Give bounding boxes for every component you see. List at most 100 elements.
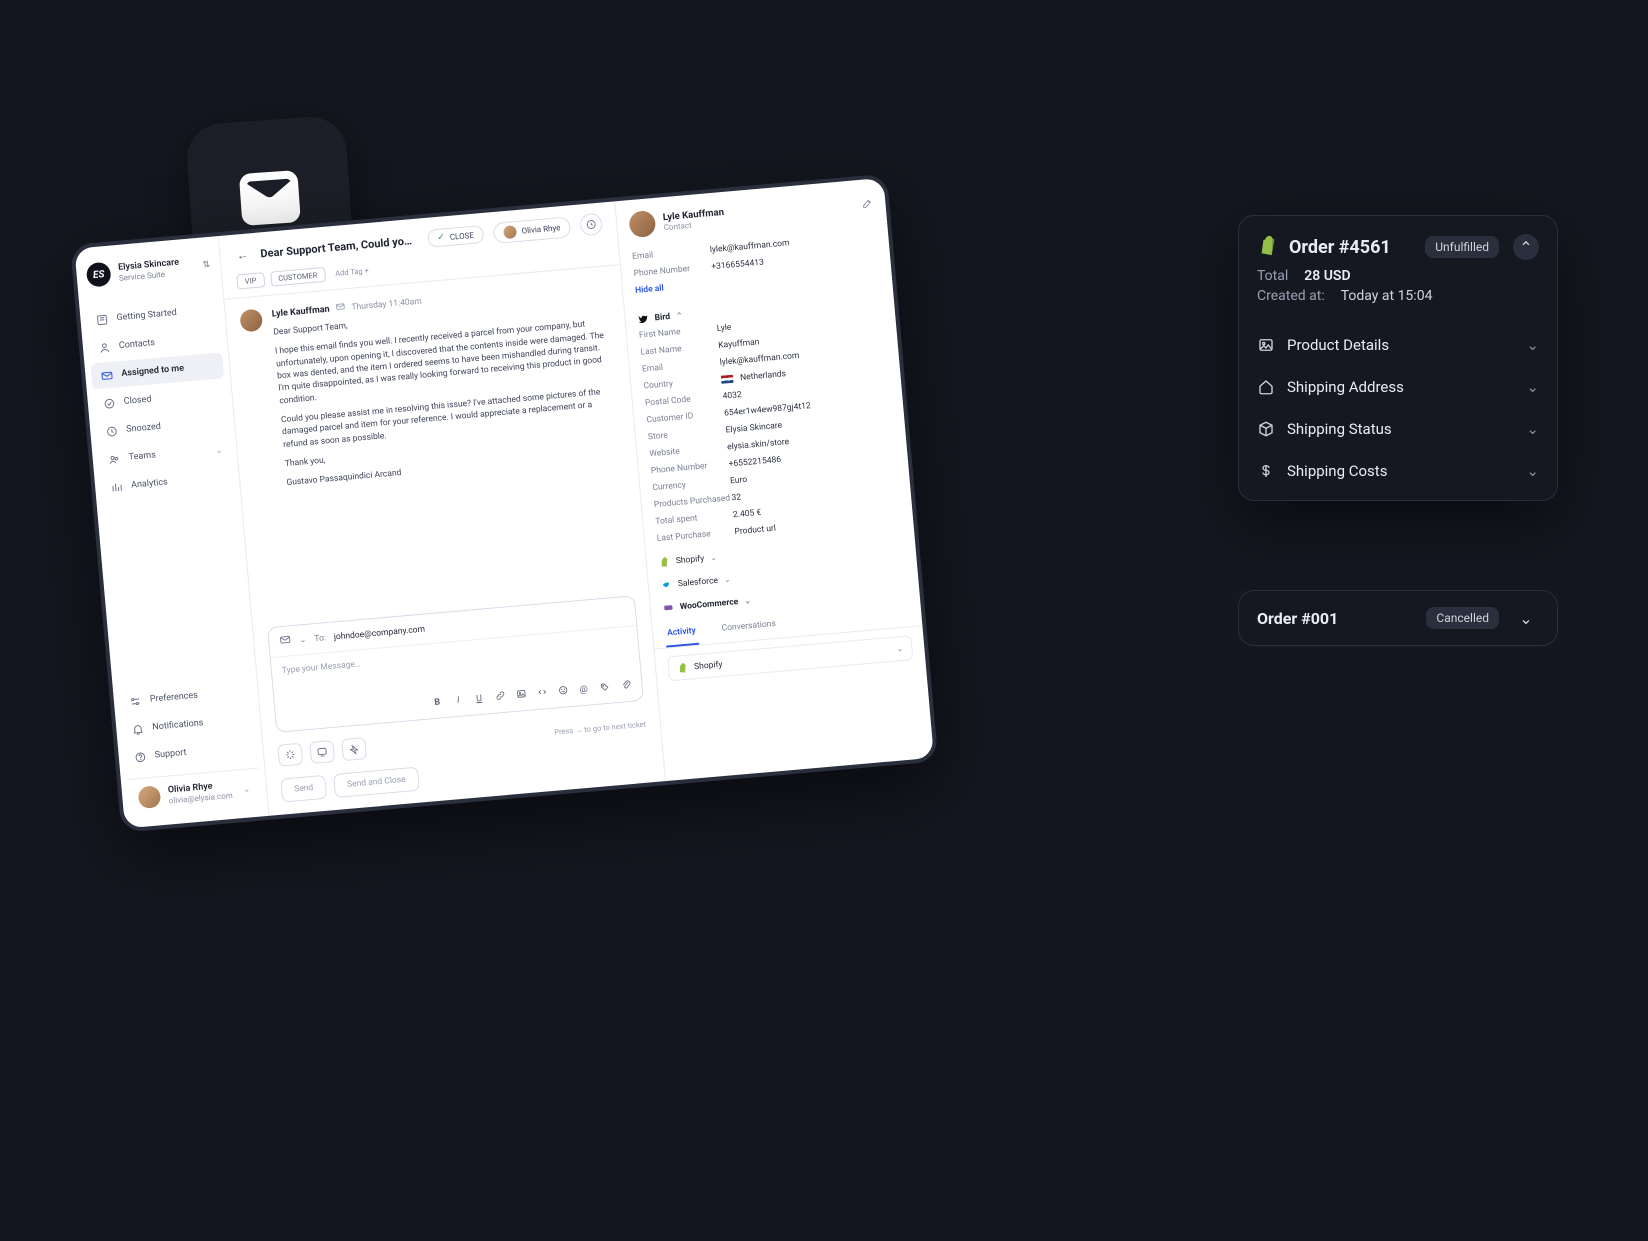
integration-name: Shopify [675,553,704,565]
image-button[interactable] [514,688,527,703]
collapse-button[interactable]: ⌃ [1513,234,1539,260]
book-icon [94,312,109,327]
order-status-badge: Cancelled [1426,607,1499,629]
field-label: Last Purchase [656,527,735,544]
mail-icon [99,368,114,383]
sidebar-item-label: Snoozed [126,422,162,435]
field-value: Euro [730,474,748,485]
assignee-name: Olivia Rhye [521,223,561,235]
section-shipping-address[interactable]: Shipping Address ⌄ [1257,366,1539,408]
total-label: Total [1257,268,1288,284]
tag-button[interactable] [598,681,611,696]
snooze-button[interactable] [579,213,603,237]
user-icon [96,340,111,355]
message-sender: Lyle Kauffman [271,304,330,319]
message-body: Dear Support Team, I hope this email fin… [273,297,623,489]
workspace-switcher[interactable]: ES Elysia Skincare Service Suite ⇅ [75,246,222,302]
link-button[interactable] [493,690,506,705]
bird-icon [637,313,649,325]
current-user-menu[interactable]: Olivia Rhye olivia@elysia.com ⌄ [127,768,262,818]
add-tag-button[interactable]: Add Tag + [331,264,374,281]
bold-button[interactable]: B [431,697,444,708]
settings-icon [127,693,142,708]
chevron-down-icon: ⌄ [896,643,904,654]
mail-icon [335,301,346,315]
package-icon [1257,420,1275,438]
send-button[interactable]: Send [280,775,327,803]
check-icon: ✓ [437,232,445,243]
field-value: Kayuffman [718,337,760,351]
chevron-down-icon: ⌄ [1526,378,1539,396]
order-summary-card[interactable]: Order #001 Cancelled ⌄ [1238,590,1558,646]
underline-button[interactable]: U [473,694,486,705]
field-value: Elysia Skincare [725,420,782,435]
sidebar-item-label: Support [154,748,187,761]
created-value: Today at 15:04 [1341,288,1433,304]
thread-pane: ← Dear Support Team, Could you please as… [219,201,666,815]
message-timestamp: Thursday 11:40am [351,296,422,312]
edit-contact-button[interactable] [861,196,874,212]
attachment-button[interactable] [619,679,632,694]
tab-conversations[interactable]: Conversations [719,612,779,643]
chevron-down-icon: ⌄ [215,445,222,455]
bell-icon [130,721,145,736]
integration-name: Salesforce [677,575,718,588]
section-product-details[interactable]: Product Details ⌄ [1257,324,1539,366]
chevron-up-down-icon: ⇅ [202,260,210,271]
home-icon [1257,378,1275,396]
close-ticket-button[interactable]: ✓ CLOSE [427,225,485,248]
help-icon [132,749,147,764]
shopify-icon [677,662,689,674]
emoji-button[interactable] [556,684,569,699]
total-value: 28 USD [1304,268,1350,284]
tag-vip[interactable]: VIP [236,272,265,289]
avatar [628,210,656,238]
chevron-down-icon: ⌄ [724,575,731,585]
ai-assist-button[interactable] [277,743,303,767]
to-label: To: [314,633,326,644]
clock-icon [104,424,119,439]
field-value: 32 [731,492,741,503]
chevron-down-icon: ⌄ [710,553,717,563]
avatar [138,785,162,809]
field-value: +6552215486 [728,454,781,469]
message: Lyle Kauffman Thursday 11:40am Dear Supp… [224,265,648,620]
sidebar-item-label: Getting Started [116,308,177,323]
assignee-picker[interactable]: Olivia Rhye [493,216,571,244]
to-value[interactable]: johndoe@company.com [333,624,425,642]
chevron-down-icon: ⌄ [1526,336,1539,354]
dollar-icon [1257,462,1275,480]
integration-name: Bird [654,311,670,322]
shopify-icon [1257,234,1279,260]
chevron-down-icon: ⌄ [243,784,250,794]
field-value: Product url [734,523,776,537]
contact-panel: Lyle Kauffman Contact Emaillylek@kauffma… [615,178,934,781]
field-value: Lyle [716,322,731,333]
field-value: +3166554413 [711,257,764,272]
tag-customer[interactable]: CUSTOMER [270,267,326,287]
back-button[interactable]: ← [234,247,251,262]
section-shipping-costs[interactable]: Shipping Costs ⌄ [1257,450,1539,492]
mention-button[interactable]: @ [577,684,590,695]
sidebar-item-label: Preferences [150,691,199,705]
canned-reply-button[interactable] [309,740,335,764]
expand-button[interactable]: ⌄ [1513,605,1539,631]
macro-button[interactable] [341,737,367,761]
thread-subject: Dear Support Team, Could you please assi… [260,233,418,260]
check-circle-icon [101,396,116,411]
image-icon [1257,336,1275,354]
sidebar-item-label: Analytics [131,477,168,490]
sidebar-item-label: Assigned to me [121,364,184,379]
chevron-down-icon[interactable]: ⌄ [299,634,307,645]
order-title: Order #4561 [1289,237,1415,258]
close-label: CLOSE [449,230,474,241]
section-shipping-status[interactable]: Shipping Status ⌄ [1257,408,1539,450]
italic-button[interactable]: I [452,695,465,706]
keyboard-hint: Press → to go to next ticket [554,719,646,736]
pencil-icon [861,196,874,209]
clock-icon [585,218,598,231]
code-button[interactable] [535,686,548,701]
avatar [239,309,263,333]
chevron-down-icon: ⌄ [744,596,751,606]
tab-activity[interactable]: Activity [664,619,699,648]
